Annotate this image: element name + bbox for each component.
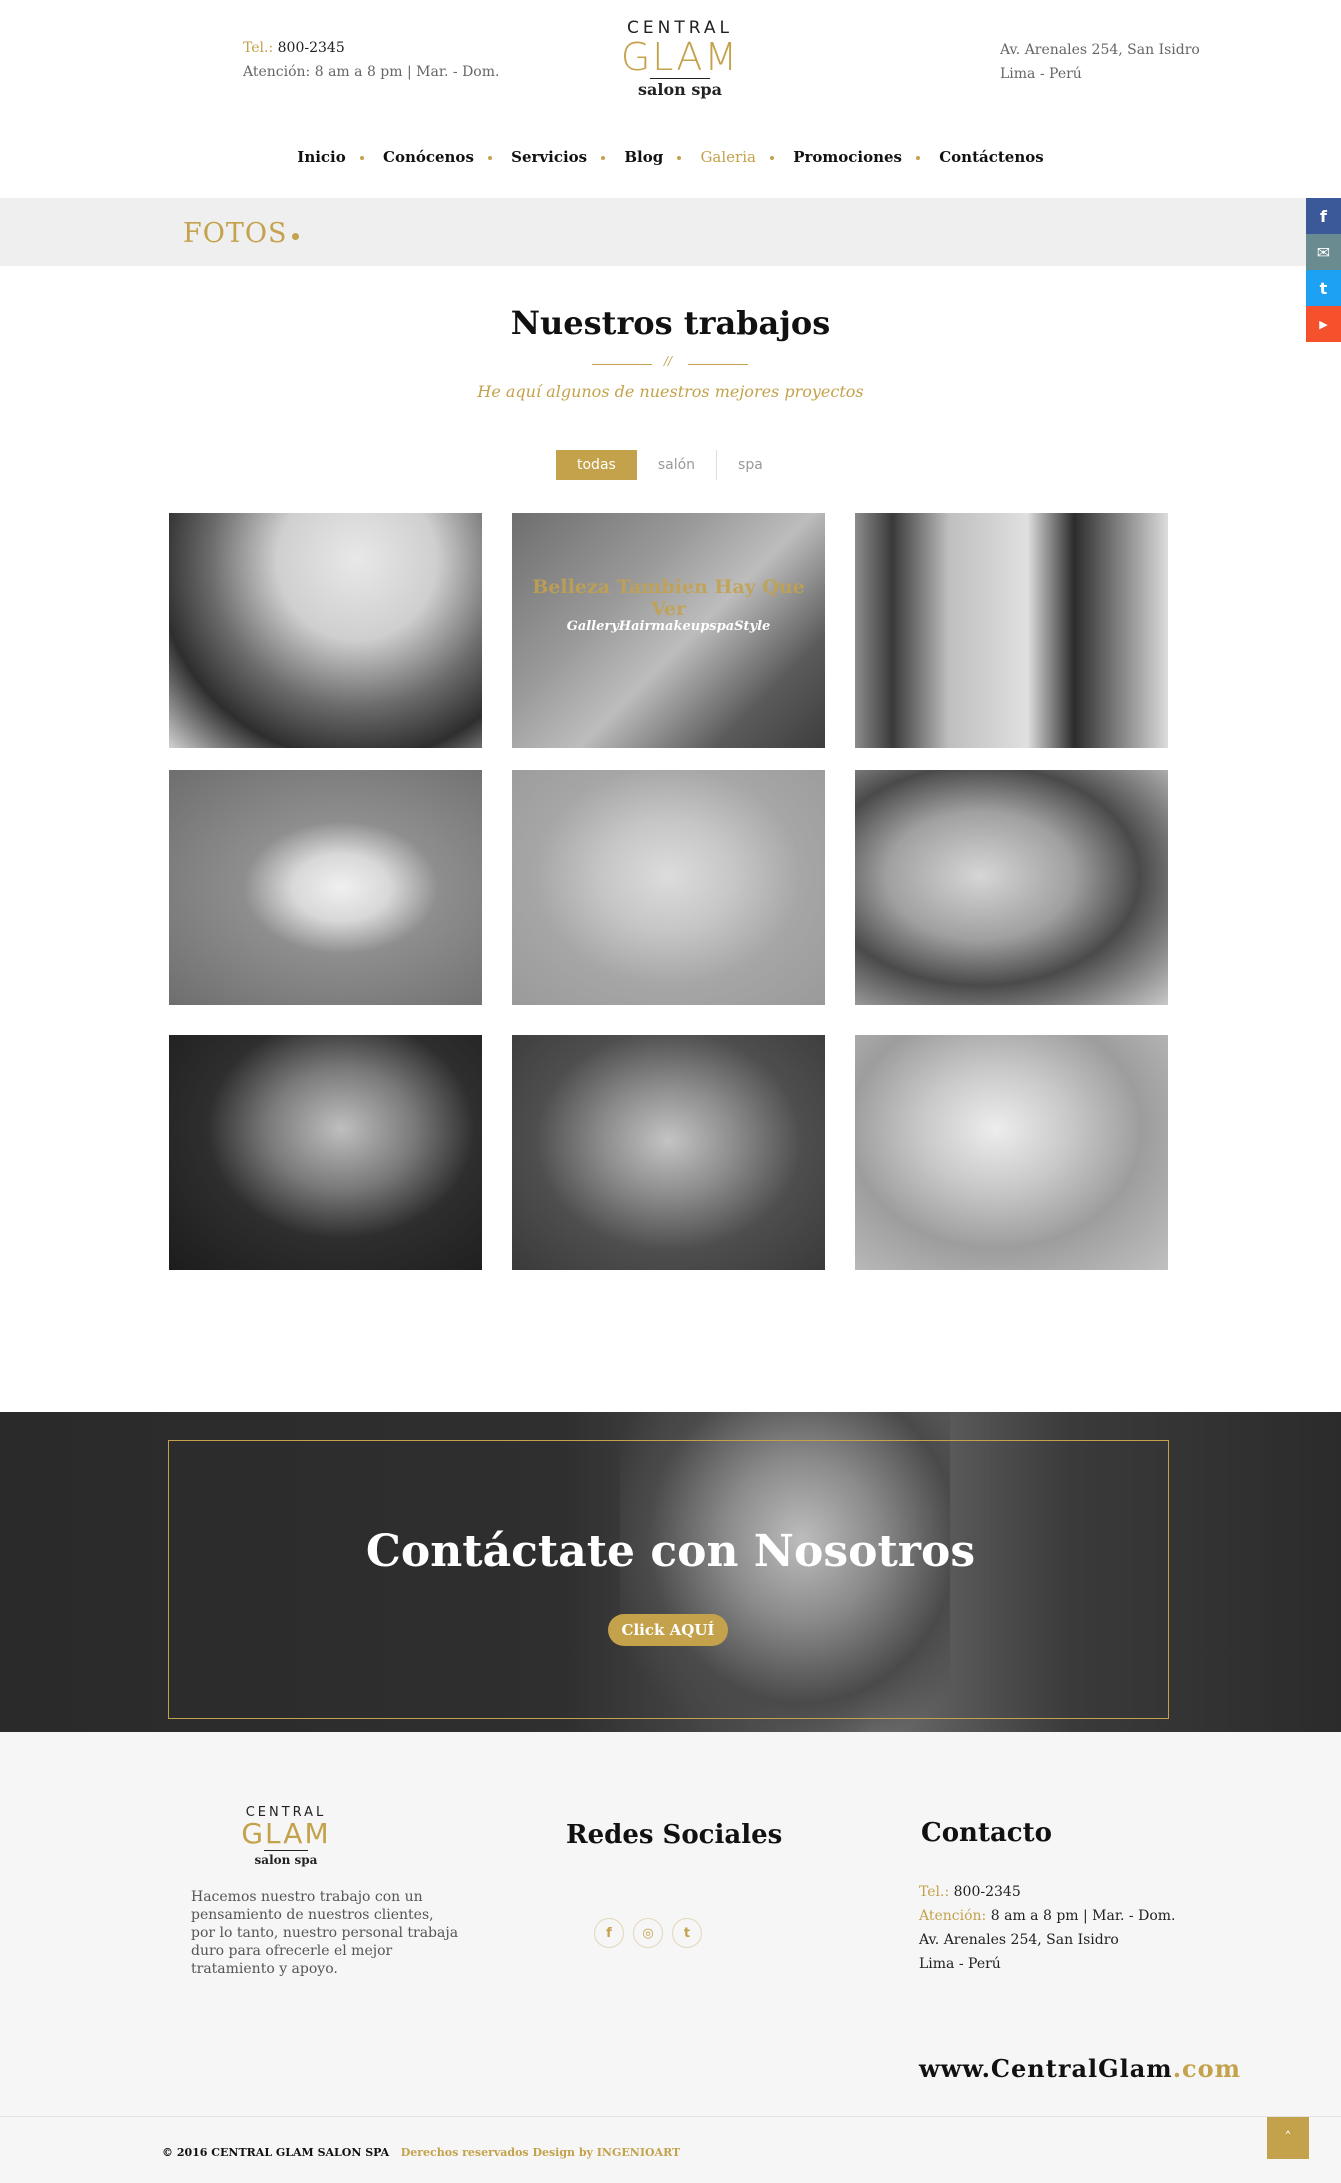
gallery-item-nails[interactable] <box>855 770 1168 1005</box>
footer-logo[interactable]: CENTRAL GLAM salon spa <box>234 1805 338 1867</box>
facebook-icon[interactable]: f <box>1306 198 1341 234</box>
cta-frame <box>168 1440 1169 1719</box>
title-separator: // <box>592 354 748 370</box>
contact-cta: Contáctate con Nosotros Click AQUÍ <box>0 1412 1341 1732</box>
rights-text[interactable]: Derechos reservados Design by INGENIOART <box>401 2146 681 2159</box>
twitter-icon[interactable]: t <box>1306 270 1341 306</box>
cta-title: Contáctate con Nosotros <box>365 1526 976 1577</box>
section-title: Nuestros trabajos <box>510 304 831 342</box>
logo-line3: salon spa <box>638 80 722 99</box>
nav-dot <box>916 156 920 160</box>
hours-text: Atención: 8 am a 8 pm | Mar. - Dom. <box>243 64 500 80</box>
page-banner: FOTOS <box>0 198 1306 266</box>
footer-about: Hacemos nuestro trabajo con un pensamien… <box>191 1889 459 1977</box>
banner-dot <box>292 233 299 240</box>
filter-todas[interactable]: todas <box>556 450 637 480</box>
tumblr-icon[interactable]: t <box>672 1918 702 1948</box>
nav-dot <box>769 156 774 160</box>
nav-item-conocenos[interactable]: Conócenos <box>375 148 482 166</box>
copyright-text: © 2016 CENTRAL GLAM SALON SPA <box>162 2146 390 2159</box>
footer-contact: Tel.: 800-2345 Atención: 8 am a 8 pm | M… <box>919 1880 1175 1976</box>
separator-mark: // <box>664 354 673 368</box>
nav-dot <box>677 156 682 160</box>
gallery-item-portrait[interactable] <box>512 1035 825 1270</box>
gallery-hover-title: Belleza Tambien Hay Que Ver <box>532 576 805 620</box>
logo-line2: GLAM <box>620 35 740 79</box>
tel-label: Tel.: <box>243 40 274 56</box>
separator-line <box>688 364 748 365</box>
address-line2: Lima - Perú <box>1000 66 1082 82</box>
copyright: © 2016 CENTRAL GLAM SALON SPA Derechos r… <box>162 2146 680 2159</box>
gallery-item-white-dress[interactable] <box>169 770 482 1005</box>
gallery-item-stylist-man[interactable] <box>855 513 1168 748</box>
instagram-icon[interactable]: ◎ <box>633 1918 663 1948</box>
filter-salon[interactable]: salón <box>637 450 716 480</box>
footer-logo-divider <box>264 1850 308 1851</box>
gallery-item-makeup[interactable]: Belleza Tambien Hay Que Ver GalleryHairm… <box>512 513 825 748</box>
footer-divider <box>0 2116 1341 2117</box>
footer-website[interactable]: www.CentralGlam.com <box>919 2054 1241 2083</box>
gallery-hover-caption: GalleryHairmakeupspaStyle <box>566 619 771 634</box>
facebook-icon[interactable]: f <box>594 1918 624 1948</box>
nav-item-servicios[interactable]: Servicios <box>503 148 595 166</box>
page: Tel.: 800-2345 Atención: 8 am a 8 pm | M… <box>0 0 1341 2183</box>
website-tld: .com <box>1172 2054 1242 2083</box>
footer-logo-line3: salon spa <box>254 1853 318 1867</box>
gallery-item-flower-crown[interactable] <box>512 770 825 1005</box>
address-line1: Av. Arenales 254, San Isidro <box>1000 42 1200 58</box>
nav-item-inicio[interactable]: Inicio <box>289 148 353 166</box>
gallery-filters: todas salón spa <box>556 450 784 480</box>
section-subtitle: He aquí algunos de nuestros mejores proy… <box>477 382 864 401</box>
footer-address-line2: Lima - Perú <box>919 1956 1001 1972</box>
header-address: Av. Arenales 254, San Isidro Lima - Perú <box>1000 38 1200 86</box>
nav-item-blog[interactable]: Blog <box>616 148 671 166</box>
tel-value[interactable]: 800-2345 <box>278 40 345 56</box>
gallery-item-stylist-woman[interactable] <box>169 513 482 748</box>
footer-hours-label: Atención: <box>919 1908 987 1924</box>
cta-button[interactable]: Click AQUÍ <box>608 1614 728 1646</box>
nav-dot <box>601 156 606 160</box>
nav-item-galeria[interactable]: Galeria <box>692 148 764 166</box>
footer-tel-label: Tel.: <box>919 1884 950 1900</box>
nav-dot <box>359 156 364 160</box>
footer-tel-value[interactable]: 800-2345 <box>954 1884 1021 1900</box>
nav-item-contactenos[interactable]: Contáctenos <box>931 148 1051 166</box>
site-logo[interactable]: CENTRAL GLAM salon spa <box>610 18 750 110</box>
footer-social-icons: f ◎ t <box>594 1918 702 1948</box>
main-nav: Inicio Conócenos Servicios Blog Galeria … <box>0 148 1341 166</box>
filter-spa[interactable]: spa <box>716 450 784 480</box>
footer-address-line1: Av. Arenales 254, San Isidro <box>919 1932 1119 1948</box>
header-contact: Tel.: 800-2345 Atención: 8 am a 8 pm | M… <box>243 36 499 84</box>
gallery-item-long-hair[interactable] <box>855 1035 1168 1270</box>
separator-line <box>592 364 652 365</box>
back-to-top-button[interactable]: ˄ <box>1267 2117 1309 2159</box>
nav-item-promociones[interactable]: Promociones <box>785 148 910 166</box>
page-title: FOTOS <box>183 218 288 249</box>
footer-logo-line2: GLAM <box>241 1817 331 1850</box>
nav-dot <box>487 156 492 160</box>
footer-social-title: Redes Sociales <box>566 1820 783 1850</box>
footer-contact-title: Contacto <box>921 1818 1052 1848</box>
chevron-up-icon: ˄ <box>1284 2130 1292 2146</box>
website-main: www.CentralGlam <box>919 2054 1173 2083</box>
footer-hours-value: 8 am a 8 pm | Mar. - Dom. <box>990 1908 1176 1924</box>
mail-icon[interactable]: ✉ <box>1306 234 1341 270</box>
gallery-item-curly-hair[interactable] <box>169 1035 482 1270</box>
